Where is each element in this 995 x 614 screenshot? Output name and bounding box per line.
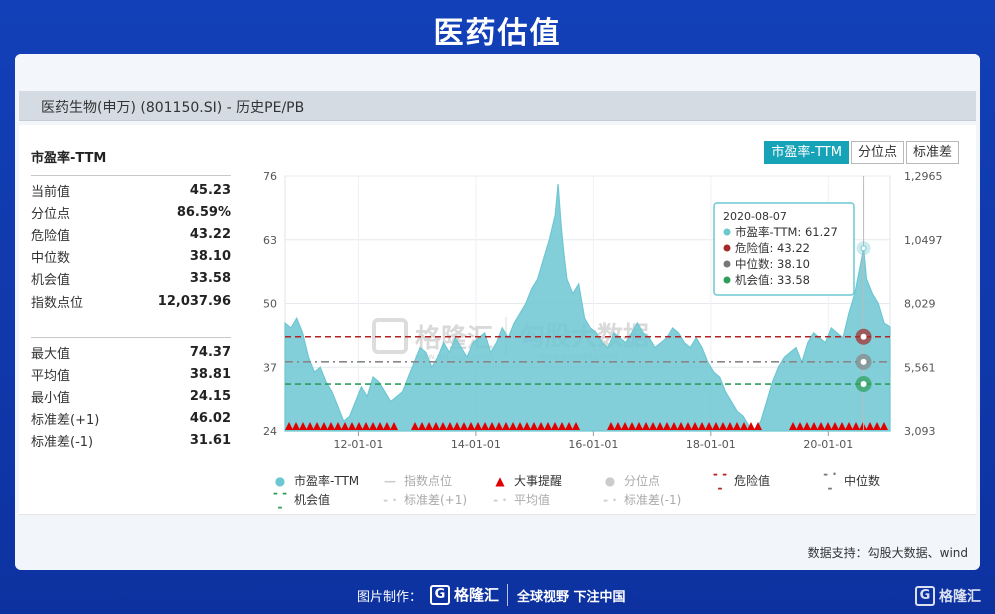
legend-label: 危险值 xyxy=(734,474,771,488)
legend-label: 中位数 xyxy=(844,474,881,488)
legend-marker-icon: ● xyxy=(604,473,616,488)
footer: 图片制作： G 格隆汇 全球视野 下注中国 G 格隆汇 xyxy=(0,576,995,614)
legend-item[interactable]: - - - 机会值 xyxy=(269,486,379,514)
tooltip-bullet-icon xyxy=(723,260,731,268)
legend-label: 指数点位 xyxy=(404,474,453,488)
x-tick-label: 12-01-01 xyxy=(333,438,383,451)
legend-label: 平均值 xyxy=(514,493,551,507)
legend-marker-icon: - - - xyxy=(272,485,288,514)
legend-label: 大事提醒 xyxy=(514,474,563,488)
legend-marker-icon: - · xyxy=(383,492,397,507)
index-title-bar: 医药生物(申万) (801150.SI) - 历史PE/PB xyxy=(19,91,976,121)
index-title: 医药生物(申万) (801150.SI) - 历史PE/PB xyxy=(41,100,305,116)
legend-label: 标准差(-1) xyxy=(624,493,682,507)
corner-brand: G 格隆汇 xyxy=(915,586,981,606)
x-tick-label: 18-01-01 xyxy=(686,438,736,451)
gelonghui-logo-icon: G xyxy=(430,584,450,605)
legend-item[interactable]: - · - 中位数 xyxy=(819,467,929,495)
corner-brand-name: 格隆汇 xyxy=(939,589,981,605)
tooltip-line: 机会值: 33.58 xyxy=(735,273,810,287)
footer-brand-name: 格隆汇 xyxy=(454,586,500,604)
tooltip-line: 市盈率-TTM: 61.27 xyxy=(735,225,838,239)
legend-item[interactable]: ▲ 大事提醒 xyxy=(489,472,599,489)
footer-slogan: 全球视野 下注中国 xyxy=(517,590,626,605)
y-left-tick-label: 76 xyxy=(263,170,277,183)
y-left-tick-label: 37 xyxy=(263,361,277,374)
y-right-tick-label: 1,0497 xyxy=(904,234,943,247)
pe-panel: 市盈率-TTM 当前值 45.23 分位点 86.59% 危险值 43.22 中位数 38.1… xyxy=(19,125,976,515)
y-right-tick-label: 3,093 xyxy=(904,425,936,438)
page-title: 医药估值 xyxy=(433,16,562,51)
x-tick-label: 14-01-01 xyxy=(451,438,501,451)
x-tick-label: 20-01-01 xyxy=(803,438,853,451)
legend-marker-icon: ▲ xyxy=(495,473,505,488)
legend-item[interactable]: - · 平均值 xyxy=(489,491,599,508)
footer-brand: G 格隆汇 xyxy=(430,584,499,605)
chart-legend: ● 市盈率-TTM — 指数点位 ▲ 大事提醒 ● 分位点 - - - 危险值 - · - 中位数 - … xyxy=(269,467,949,514)
legend-item[interactable]: - · 标准差(+1) xyxy=(379,491,489,508)
valuation-card: 医药生物(申万) (801150.SI) - 历史PE/PB 市盈率-TTM 当… xyxy=(15,54,980,570)
tooltip: 2020-08-07 市盈率-TTM: 61.27 危险值: 43.22 中位数: 3… xyxy=(713,202,855,296)
tooltip-date: 2020-08-07 xyxy=(723,210,787,223)
reference-marker-dot xyxy=(860,358,867,365)
legend-marker-icon: - - - xyxy=(712,466,728,495)
legend-item[interactable]: - - - 危险值 xyxy=(709,467,819,495)
x-tick-label: 16-01-01 xyxy=(568,438,618,451)
tooltip-line: 危险值: 43.22 xyxy=(735,241,810,255)
reference-marker-dot xyxy=(860,381,867,388)
tooltip-bullet-icon xyxy=(723,244,731,252)
data-source: 数据支持：勾股大数据、wind xyxy=(807,546,968,560)
pe-chart[interactable]: 24 37 50 63 76 3,093 5,561 8,029 1,0497 1,2965 12-… xyxy=(19,125,976,515)
y-left-tick-label: 24 xyxy=(263,425,277,438)
corner-logo-icon: G xyxy=(915,586,935,606)
footer-made-by: 图片制作： xyxy=(357,590,423,605)
legend-item[interactable]: — 指数点位 xyxy=(379,472,489,489)
legend-marker-icon: — xyxy=(384,473,396,488)
legend-item[interactable]: - · 标准差(-1) xyxy=(599,491,709,508)
reference-marker-dot xyxy=(860,333,867,340)
legend-marker-icon: - · - xyxy=(823,466,837,495)
card-header xyxy=(15,54,980,90)
tooltip-bullet-icon xyxy=(723,276,731,284)
y-right-tick-label: 1,2965 xyxy=(904,170,943,183)
y-right-tick-label: 8,029 xyxy=(904,298,936,311)
legend-label: 标准差(+1) xyxy=(404,493,468,507)
legend-label: 机会值 xyxy=(294,493,331,507)
y-left-tick-label: 63 xyxy=(263,234,277,247)
legend-marker-icon: - · xyxy=(493,492,507,507)
y-left-tick-label: 50 xyxy=(263,298,277,311)
legend-item[interactable]: ● 分位点 xyxy=(599,472,709,489)
legend-marker-icon: - · xyxy=(603,492,617,507)
tooltip-bullet-icon xyxy=(723,228,731,236)
legend-label: 分位点 xyxy=(624,474,661,488)
highlight-point xyxy=(860,245,867,252)
tooltip-line: 中位数: 38.10 xyxy=(735,257,810,271)
footer-divider xyxy=(507,584,508,606)
y-right-tick-label: 5,561 xyxy=(904,361,936,374)
